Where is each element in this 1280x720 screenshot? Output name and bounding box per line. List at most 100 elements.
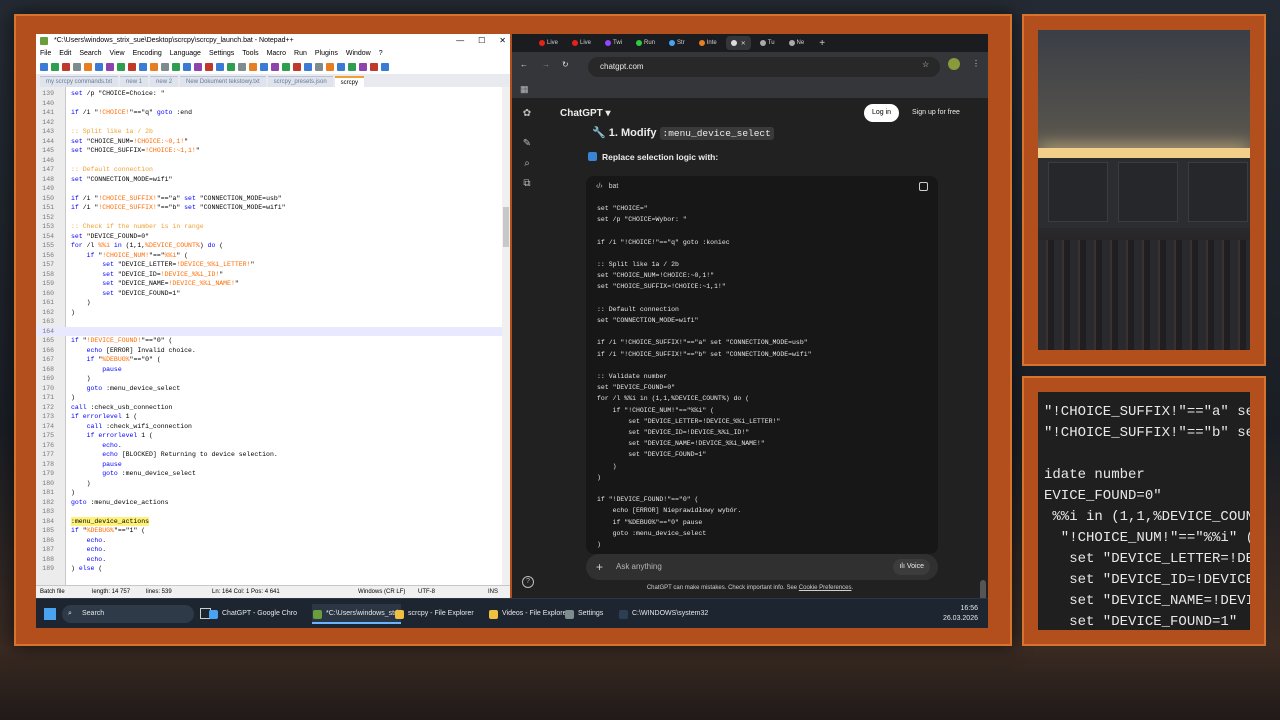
toolbar-button-icon[interactable] <box>381 63 389 71</box>
page-scrollbar[interactable] <box>980 198 986 598</box>
cookie-preferences-link[interactable]: Cookie Preferences <box>799 585 852 591</box>
openai-logo-icon[interactable]: ✿ <box>521 108 533 120</box>
forward-icon[interactable]: → <box>542 60 550 69</box>
taskbar-app[interactable]: scrcpy - File Explorer <box>394 604 474 624</box>
toolbar-button-icon[interactable] <box>326 63 334 71</box>
toolbar-button-icon[interactable] <box>227 63 235 71</box>
toolbar-button-icon[interactable] <box>172 63 180 71</box>
toolbar-button-icon[interactable] <box>95 63 103 71</box>
menu-item-7[interactable]: Tools <box>242 48 258 60</box>
copy-code-icon[interactable] <box>919 182 928 191</box>
menu-item-0[interactable]: File <box>40 48 51 60</box>
menu-item-2[interactable]: Search <box>79 48 101 60</box>
browser-tab[interactable]: Run <box>631 36 660 50</box>
menu-item-8[interactable]: Macro <box>267 48 286 60</box>
login-button[interactable]: Log in <box>864 104 900 122</box>
toolbar-button-icon[interactable] <box>139 63 147 71</box>
toolbar-button-icon[interactable] <box>293 63 301 71</box>
toolbar-button-icon[interactable] <box>40 63 48 71</box>
menu-item-4[interactable]: Encoding <box>133 48 162 60</box>
taskbar-search[interactable]: ⌕ Search <box>62 605 194 623</box>
menu-item-1[interactable]: Edit <box>59 48 71 60</box>
toolbar-button-icon[interactable] <box>73 63 81 71</box>
toolbar-button-icon[interactable] <box>117 63 125 71</box>
windows-start-icon[interactable] <box>44 608 56 620</box>
menu-item-12[interactable]: ? <box>379 48 383 60</box>
toolbar-button-icon[interactable] <box>205 63 213 71</box>
menu-item-10[interactable]: Plugins <box>315 48 338 60</box>
attach-plus-icon[interactable]: + <box>596 554 603 580</box>
menu-item-3[interactable]: View <box>110 48 125 60</box>
search-icon[interactable]: ⌕ <box>521 158 533 170</box>
tab-file[interactable]: scrcpy_presets.json <box>267 76 333 87</box>
toolbar-button-icon[interactable] <box>337 63 345 71</box>
editor-scrollbar[interactable] <box>502 87 510 585</box>
menu-item-11[interactable]: Window <box>346 48 371 60</box>
profile-avatar[interactable] <box>948 58 960 70</box>
taskbar-app[interactable]: ChatGPT - Google Chro <box>208 604 297 624</box>
menu-item-9[interactable]: Run <box>294 48 307 60</box>
toolbar-button-icon[interactable] <box>238 63 246 71</box>
browser-tab[interactable]: Live <box>567 36 596 50</box>
toolbar-button-icon[interactable] <box>150 63 158 71</box>
reload-icon[interactable]: ↻ <box>562 60 569 69</box>
toolbar-button-icon[interactable] <box>194 63 202 71</box>
tab-file[interactable]: my scrcpy commands.txt <box>40 76 119 87</box>
tab-file[interactable]: New Dokument tekstowy.txt <box>180 76 266 87</box>
browser-tab[interactable]: Str <box>664 36 690 50</box>
taskbar-app[interactable]: *C:\Users\windows_strix <box>312 604 402 624</box>
toolbar-button-icon[interactable] <box>128 63 136 71</box>
back-icon[interactable]: ← <box>520 60 528 69</box>
taskbar-app[interactable]: C:\WINDOWS\system32 <box>618 604 708 624</box>
apps-grid-icon[interactable]: ▦ <box>520 84 529 95</box>
toolbar-button-icon[interactable] <box>282 63 290 71</box>
chat-input[interactable]: + Ask anything ılı Voice <box>586 554 938 580</box>
toolbar-button-icon[interactable] <box>249 63 257 71</box>
toolbar-button-icon[interactable] <box>359 63 367 71</box>
help-icon[interactable]: ? <box>522 576 534 588</box>
menu-item-6[interactable]: Settings <box>209 48 234 60</box>
toolbar-button-icon[interactable] <box>161 63 169 71</box>
maximize-icon[interactable]: ☐ <box>478 34 485 48</box>
tab-file[interactable]: new 1 <box>120 76 149 87</box>
code-editor[interactable]: 139 set /p "CHOICE=Choice: " 140 141 if /i "… <box>36 87 510 585</box>
tab-close-icon[interactable]: ✕ <box>741 40 746 47</box>
toolbar-button-icon[interactable] <box>183 63 191 71</box>
toolbar-button-icon[interactable] <box>370 63 378 71</box>
toolbar-button-icon[interactable] <box>260 63 268 71</box>
model-selector[interactable]: ChatGPT ▾ <box>560 108 611 119</box>
toolbar-button-icon[interactable] <box>271 63 279 71</box>
toolbar-button-icon[interactable] <box>216 63 224 71</box>
tab-file[interactable]: new 2 <box>150 76 179 87</box>
tab-file[interactable]: scrcpy <box>334 76 365 87</box>
library-icon[interactable]: ⧉ <box>521 178 533 190</box>
new-tab-icon[interactable]: + <box>819 38 825 49</box>
taskbar-app[interactable]: Videos - File Explorer <box>488 604 569 624</box>
clock[interactable]: 16:56 26.03.2026 <box>943 604 978 624</box>
toolbar-button-icon[interactable] <box>315 63 323 71</box>
toolbar-button-icon[interactable] <box>106 63 114 71</box>
browser-tab[interactable]: Live <box>534 36 563 50</box>
bookmark-star-icon[interactable]: ☆ <box>922 60 929 69</box>
browser-tab[interactable]: Ne <box>784 36 810 50</box>
minimize-icon[interactable]: — <box>456 34 464 48</box>
taskbar-app[interactable]: Settings <box>564 604 603 624</box>
scroll-thumb[interactable] <box>980 580 986 598</box>
browser-tab[interactable]: Tu <box>755 36 780 50</box>
menu-item-5[interactable]: Language <box>170 48 201 60</box>
toolbar-button-icon[interactable] <box>62 63 70 71</box>
url-field[interactable]: chatgpt.com <box>588 57 940 77</box>
toolbar-button-icon[interactable] <box>84 63 92 71</box>
toolbar-button-icon[interactable] <box>304 63 312 71</box>
signup-button[interactable]: Sign up for free <box>908 104 964 122</box>
new-chat-icon[interactable]: ✎ <box>521 138 533 150</box>
close-icon[interactable]: ✕ <box>499 34 506 48</box>
menu-dots-icon[interactable]: ⋮ <box>972 59 980 68</box>
browser-tab[interactable]: Inte <box>694 36 722 50</box>
browser-tab[interactable]: ✕ <box>725 36 751 50</box>
scroll-thumb[interactable] <box>503 207 509 247</box>
toolbar-button-icon[interactable] <box>51 63 59 71</box>
toolbar-button-icon[interactable] <box>348 63 356 71</box>
browser-tab[interactable]: Twi <box>600 36 627 50</box>
voice-button[interactable]: ılı Voice <box>893 559 930 575</box>
